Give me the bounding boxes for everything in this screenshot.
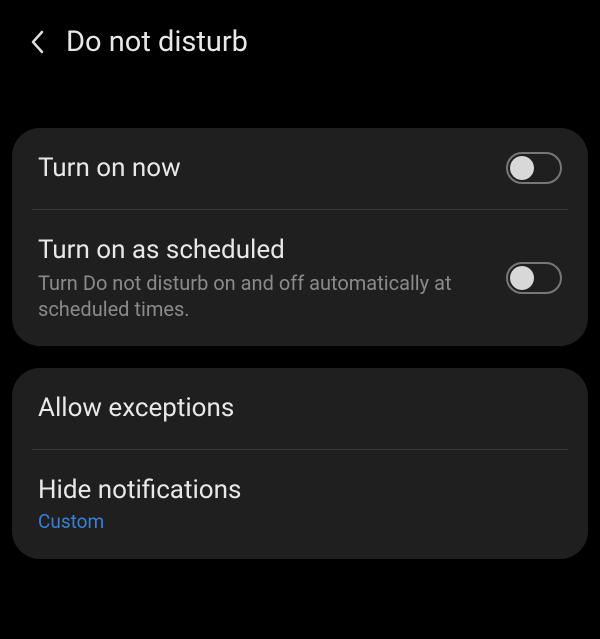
row-text: Hide notifications Custom [38,474,562,535]
row-hide-notifications[interactable]: Hide notifications Custom [12,450,588,559]
spacer [0,78,600,128]
row-subtitle: Turn Do not disturb on and off automatic… [38,270,490,322]
settings-card-2: Allow exceptions Hide notifications Cust… [12,368,588,559]
row-text: Allow exceptions [38,392,562,425]
header: Do not disturb [0,0,600,78]
row-turn-on-scheduled[interactable]: Turn on as scheduled Turn Do not disturb… [12,210,588,347]
page-title: Do not disturb [66,25,248,59]
row-title: Hide notifications [38,474,546,507]
chevron-left-icon [28,28,48,56]
row-text: Turn on as scheduled Turn Do not disturb… [38,234,506,323]
toggle-knob [510,156,534,180]
back-button[interactable] [20,24,56,60]
row-allow-exceptions[interactable]: Allow exceptions [12,368,588,449]
row-title: Allow exceptions [38,392,546,425]
row-subtitle: Custom [38,510,546,535]
row-title: Turn on now [38,152,490,185]
toggle-turn-on-scheduled[interactable] [506,262,562,294]
settings-card-1: Turn on now Turn on as scheduled Turn Do… [12,128,588,346]
toggle-turn-on-now[interactable] [506,152,562,184]
toggle-knob [510,266,534,290]
row-turn-on-now[interactable]: Turn on now [12,128,588,209]
row-title: Turn on as scheduled [38,234,490,267]
row-text: Turn on now [38,152,506,185]
